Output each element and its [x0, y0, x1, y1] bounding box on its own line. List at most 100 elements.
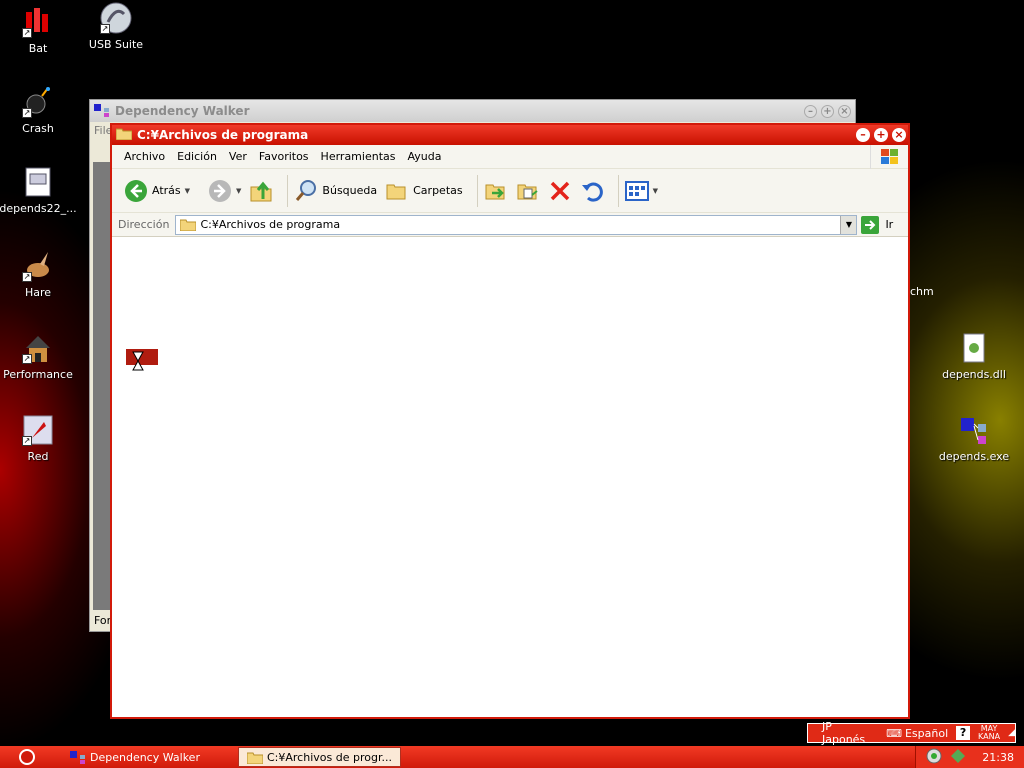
desktop-icon-label: USB Suite: [88, 38, 144, 51]
windows-logo-icon: [870, 144, 908, 169]
tray-network-icon[interactable]: [950, 748, 966, 767]
desktop-icon-label: depends.dll: [942, 368, 1006, 381]
folder-icon: [180, 219, 197, 231]
address-field[interactable]: C:¥Archivos de programa ▼: [175, 214, 858, 235]
undo-icon: [581, 182, 603, 202]
dw-close-button[interactable]: ×: [838, 104, 851, 118]
dependency-walker-icon: [70, 751, 85, 764]
desktop-icon-red[interactable]: ↗ Red: [0, 414, 78, 463]
desktop-icon-performance[interactable]: ↗ Performance: [0, 332, 78, 381]
desktop-icon-usb-suite[interactable]: ↗ USB Suite: [76, 2, 156, 51]
dependency-walker-icon: [94, 103, 110, 120]
dll-file-icon: [958, 332, 990, 364]
tray-update-icon[interactable]: [926, 748, 942, 767]
address-bar: Dirección C:¥Archivos de programa ▼ Ir: [112, 213, 908, 237]
back-button[interactable]: Atrás ▼: [124, 179, 190, 203]
desktop-icon-label: Bat: [28, 42, 48, 55]
address-dropdown-icon[interactable]: ▼: [840, 215, 857, 234]
input-mode-indicator[interactable]: MAY KANA: [978, 725, 1000, 741]
minimize-button[interactable]: –: [856, 128, 870, 142]
menu-archivo[interactable]: Archivo: [118, 150, 171, 163]
keyboard-layout-selector[interactable]: ⌨ Español: [886, 727, 948, 740]
desktop-icon-label: Performance: [3, 368, 73, 381]
desktop-icon-bat[interactable]: ↗ Bat: [0, 6, 78, 55]
views-icon: [624, 180, 649, 201]
dw-titlebar[interactable]: Dependency Walker – + ×: [90, 100, 855, 122]
folder-icon: [115, 127, 133, 143]
menu-edicion[interactable]: Edición: [171, 150, 223, 163]
forward-button[interactable]: ▼: [208, 179, 241, 203]
shortcut-arrow-icon: ↗: [22, 436, 32, 446]
search-button[interactable]: Búsqueda: [294, 179, 377, 203]
up-folder-button[interactable]: [249, 179, 273, 203]
menu-favoritos[interactable]: Favoritos: [253, 150, 315, 163]
standard-toolbar: Atrás ▼ ▼ Búsqueda Carpetas ▼: [112, 169, 908, 213]
move-to-icon: [485, 184, 505, 199]
langbar-options-icon[interactable]: ◢: [1008, 728, 1015, 738]
desktop-icon-crash[interactable]: ↗ Crash: [0, 86, 78, 135]
explorer-titlebar[interactable]: C:¥Archivos de programa – + ×: [112, 125, 908, 145]
installer-file-icon: [22, 166, 54, 198]
search-label: Búsqueda: [322, 184, 378, 197]
move-to-button[interactable]: [484, 179, 508, 203]
system-tray: 21:38: [915, 746, 1024, 768]
desktop-icon-hare[interactable]: ↗ Hare: [0, 250, 78, 299]
clock[interactable]: 21:38: [982, 751, 1014, 764]
rocket-icon: ↗: [22, 414, 54, 446]
menu-herramientas[interactable]: Herramientas: [315, 150, 402, 163]
explorer-window[interactable]: C:¥Archivos de programa – + × Archivo Ed…: [110, 123, 910, 719]
desktop-icon-label: depends22_...: [0, 202, 77, 215]
delete-button[interactable]: [548, 179, 572, 203]
desktop-icon-depends22[interactable]: depends22_...: [0, 166, 78, 215]
folder-content-area[interactable]: [112, 239, 908, 717]
views-button[interactable]: ▼: [624, 179, 658, 203]
dw-status-text: For: [94, 614, 112, 627]
help-icon[interactable]: ?: [956, 726, 971, 740]
up-folder-icon: [250, 181, 272, 201]
keyboard-icon: ⌨: [886, 726, 902, 740]
copy-to-icon: [517, 184, 538, 199]
back-dropdown-icon[interactable]: ▼: [185, 187, 190, 195]
back-label: Atrás: [152, 184, 181, 197]
desktop-icon-label: depends.exe: [938, 450, 1010, 463]
folders-button[interactable]: Carpetas: [385, 179, 463, 203]
forward-arrow-icon: [209, 179, 232, 202]
crash-icon: ↗: [22, 86, 54, 118]
menu-ver[interactable]: Ver: [223, 150, 253, 163]
go-button[interactable]: Ir: [861, 215, 894, 234]
menu-ayuda[interactable]: Ayuda: [401, 150, 447, 163]
language-selector[interactable]: JP Japonés: [822, 720, 878, 746]
taskbar: Dependency Walker C:¥Archivos de progr..…: [0, 746, 1024, 768]
dw-minimize-button[interactable]: –: [804, 104, 817, 118]
task-label: Dependency Walker: [90, 750, 200, 764]
back-arrow-icon: [125, 179, 147, 202]
language-bar[interactable]: JP Japonés ⌨ Español ? MAY KANA ◢: [807, 720, 1016, 746]
close-button[interactable]: ×: [892, 128, 906, 142]
taskbar-button-explorer[interactable]: C:¥Archivos de progr...: [237, 747, 401, 767]
shortcut-arrow-icon: ↗: [100, 24, 110, 34]
desktop-icon-depends-dll[interactable]: depends.dll: [934, 332, 1014, 381]
doghouse-icon: ↗: [22, 332, 54, 364]
views-dropdown-icon[interactable]: ▼: [653, 187, 658, 195]
folder-icon: [246, 752, 263, 764]
go-label: Ir: [885, 218, 894, 231]
start-button[interactable]: [0, 746, 54, 768]
address-label: Dirección: [118, 218, 170, 231]
maximize-button[interactable]: +: [874, 128, 888, 142]
forward-dropdown-icon[interactable]: ▼: [236, 187, 241, 195]
folders-icon: [386, 184, 406, 199]
address-value: C:¥Archivos de programa: [200, 218, 341, 231]
shortcut-arrow-icon: ↗: [22, 354, 32, 364]
dw-maximize-button[interactable]: +: [821, 104, 834, 118]
desktop-icon-label: Hare: [24, 286, 52, 299]
taskbar-button-dependency-walker[interactable]: Dependency Walker: [62, 747, 208, 767]
copy-to-button[interactable]: [516, 179, 540, 203]
undo-button[interactable]: [580, 179, 604, 203]
hourglass-icon: [132, 351, 144, 374]
search-icon: [296, 179, 317, 201]
keyboard-label: Español: [904, 726, 949, 740]
toolbar-separator: [476, 174, 478, 207]
toolbar-separator: [617, 174, 619, 207]
menu-bar: Archivo Edición Ver Favoritos Herramient…: [112, 144, 908, 169]
desktop-icon-depends-exe[interactable]: depends.exe: [934, 414, 1014, 463]
